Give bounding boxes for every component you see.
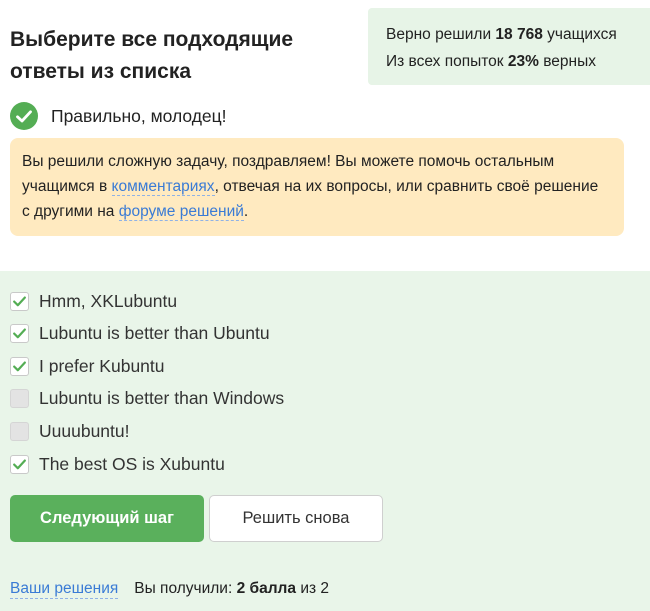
- score-prefix: Вы получили:: [134, 580, 233, 597]
- stats-attempts-prefix: Из всех попыток: [386, 53, 504, 70]
- answer-option[interactable]: I prefer Kubuntu: [10, 355, 165, 377]
- checkbox-checked[interactable]: [10, 356, 29, 376]
- stats-solved-count: 18 768: [495, 26, 543, 43]
- stats-solved-line: Верно решили 18 768 учащихся: [386, 21, 650, 48]
- congrats-notice: Вы решили сложную задачу, поздравляем! В…: [10, 138, 624, 236]
- stats-attempts-percent: 23%: [507, 53, 539, 70]
- stats-solved-suffix: учащихся: [547, 26, 617, 43]
- check-circle-icon: [10, 102, 38, 130]
- answer-option-label: I prefer Kubuntu: [39, 355, 165, 376]
- comments-link[interactable]: комментариях: [111, 178, 215, 196]
- answer-option[interactable]: The best OS is Xubuntu: [10, 453, 225, 475]
- checkmark-icon: [13, 361, 26, 371]
- checkbox-unchecked[interactable]: [10, 389, 29, 409]
- checkbox-checked[interactable]: [10, 291, 29, 311]
- answer-option-label: Uuuubuntu!: [39, 420, 130, 441]
- verdict: Правильно, молодец!: [10, 102, 227, 130]
- verdict-text: Правильно, молодец!: [51, 105, 227, 126]
- retry-button[interactable]: Решить снова: [209, 495, 383, 542]
- stats-attempts-suffix: верных: [543, 53, 596, 70]
- stats-attempts-line: Из всех попыток 23% верных: [386, 48, 650, 75]
- answer-option[interactable]: Lubuntu is better than Ubuntu: [10, 323, 270, 345]
- answer-option-label: The best OS is Xubuntu: [39, 453, 225, 474]
- forum-link[interactable]: форуме решений: [118, 203, 244, 221]
- score-suffix: из 2: [300, 580, 330, 597]
- checkbox-checked[interactable]: [10, 324, 29, 344]
- answer-option[interactable]: Uuuubuntu!: [10, 420, 130, 442]
- notice-text-3: .: [243, 203, 249, 220]
- next-step-button[interactable]: Следующий шаг: [10, 495, 204, 542]
- notice-text-2: , отвечая на их вопросы, или сравнить св…: [22, 178, 599, 220]
- answer-option-label: Lubuntu is better than Windows: [39, 388, 285, 409]
- answer-option-label: Hmm, XKLubuntu: [39, 290, 178, 311]
- checkbox-unchecked[interactable]: [10, 421, 29, 441]
- answers-panel: Hmm, XKLubuntu Lubuntu is better than Ubu…: [0, 271, 650, 611]
- answer-option[interactable]: Hmm, XKLubuntu: [10, 290, 177, 312]
- checkbox-checked[interactable]: [10, 454, 29, 474]
- checkmark-icon: [13, 328, 26, 339]
- score-text: Вы получили: 2 балла из 2: [134, 580, 329, 598]
- answer-option-label: Lubuntu is better than Ubuntu: [39, 323, 270, 344]
- stats-panel: Верно решили 18 768 учащихся Из всех поп…: [368, 8, 650, 85]
- checkmark-icon: [13, 459, 26, 469]
- checkmark-icon: [13, 296, 26, 306]
- score-value: 2 балла: [236, 580, 297, 597]
- footer: Ваши решения Вы получили: 2 балла из 2: [10, 578, 329, 600]
- your-solutions-link[interactable]: Ваши решения: [10, 580, 119, 599]
- answer-option[interactable]: Lubuntu is better than Windows: [10, 388, 284, 410]
- question-title: Выберите все подходящие ответы из списка: [10, 28, 294, 83]
- stats-solved-prefix: Верно решили: [386, 26, 492, 43]
